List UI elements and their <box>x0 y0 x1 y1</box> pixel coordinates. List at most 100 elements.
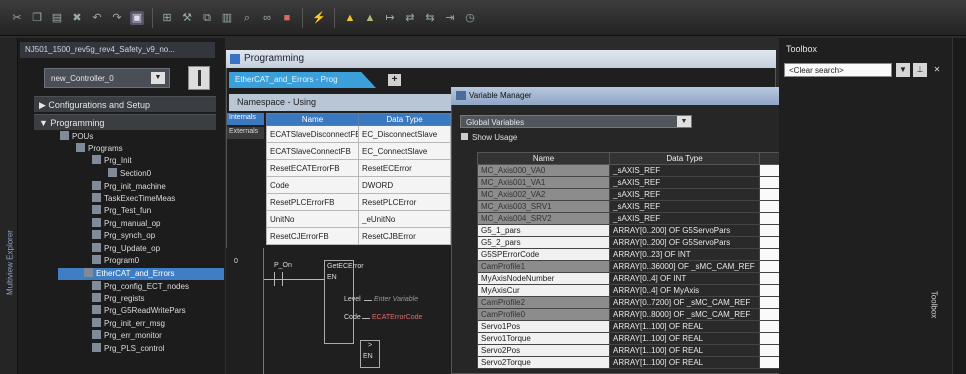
binoculars-icon[interactable]: ∞ <box>260 11 274 25</box>
variable-name-cell[interactable]: CamProfile2 <box>477 296 610 309</box>
layout-icon[interactable]: ⊞ <box>160 11 174 25</box>
sim-icon[interactable]: ⇆ <box>423 11 437 25</box>
tab-internals[interactable]: Internals <box>227 113 264 125</box>
table-row[interactable]: ECATSlaveDisconnectFB EC_DisconnectSlave <box>266 125 451 143</box>
column-header-data-type[interactable]: Data Type <box>609 152 760 165</box>
copy-icon[interactable]: ❐ <box>30 11 44 25</box>
column-header-name[interactable]: Name <box>266 113 359 126</box>
variable-name-cell[interactable]: Servo2Torque <box>477 356 610 369</box>
table-row[interactable]: ECATSlaveConnectFB EC_ConnectSlave <box>266 142 451 160</box>
data-type-cell[interactable]: _sAXIS_REF <box>609 200 760 213</box>
forced-icon[interactable]: ⇄ <box>403 11 417 25</box>
tree-item[interactable]: Prg_init_err_msg <box>92 318 165 330</box>
data-type-cell[interactable]: ARRAY[0..200] OF G5ServoPars <box>609 224 760 237</box>
code-value[interactable]: ECATErrorCode <box>372 314 422 321</box>
show-usage-checkbox[interactable]: Show Usage <box>461 133 517 142</box>
column-header-name[interactable]: Name <box>477 152 610 165</box>
tree-item[interactable]: Prg_manual_op <box>92 218 160 230</box>
tree-item[interactable]: Prg_Init <box>92 155 132 167</box>
paste-icon[interactable]: ▤ <box>50 11 64 25</box>
data-type-cell[interactable]: ResetECError <box>358 159 451 177</box>
chevron-down-icon[interactable]: ▼ <box>677 116 691 127</box>
tree-item[interactable]: EtherCAT_and_Errors <box>58 268 224 280</box>
build-icon[interactable]: ⚒ <box>180 11 194 25</box>
find-icon[interactable]: ⌕ <box>240 11 254 25</box>
tree-item[interactable]: Prg_Update_op <box>92 243 160 255</box>
variable-name-cell[interactable]: G5_2_pars <box>477 236 610 249</box>
tab-ethercat-and-errors[interactable]: EtherCAT_and_Errors - Prog <box>229 72 376 88</box>
data-type-cell[interactable]: EC_ConnectSlave <box>358 142 451 160</box>
variable-name-cell[interactable]: Servo1Pos <box>477 320 610 333</box>
variable-name-cell[interactable]: CamProfile0 <box>477 308 610 321</box>
cut-icon[interactable]: ✂ <box>10 11 24 25</box>
jump-icon[interactable]: ⇥ <box>443 11 457 25</box>
explorer-side-strip[interactable]: Multiview Explorer <box>0 38 18 374</box>
variable-name-cell[interactable]: ResetPLCErrorFB <box>266 193 359 211</box>
config-section-header[interactable]: ▶ Configurations and Setup <box>34 96 216 112</box>
tree-item[interactable]: Prg_err_monitor <box>92 330 162 342</box>
variable-name-cell[interactable]: MC_Axis002_VA2 <box>477 188 610 201</box>
undo-icon[interactable]: ↶ <box>90 11 104 25</box>
data-type-cell[interactable]: ARRAY[1..100] OF REAL <box>609 320 760 333</box>
variable-name-cell[interactable]: G5_1_pars <box>477 224 610 237</box>
tree-item[interactable]: TaskExecTimeMeas <box>92 193 175 205</box>
data-type-cell[interactable]: ARRAY[0..36000] OF _sMC_CAM_REF <box>609 260 760 273</box>
monitor-icon[interactable]: ▲ <box>363 11 377 25</box>
close-icon[interactable]: ✕ <box>930 63 944 77</box>
data-type-cell[interactable]: _sAXIS_REF <box>609 176 760 189</box>
data-type-cell[interactable]: ARRAY[0..4] OF MyAxis <box>609 284 760 297</box>
data-type-cell[interactable]: ARRAY[0..8000] OF _sMC_CAM_REF <box>609 308 760 321</box>
tree-item[interactable]: POUs <box>60 131 93 143</box>
tree-item[interactable]: Section0 <box>108 168 151 180</box>
toolbox-side-strip[interactable] <box>952 38 966 374</box>
clock-icon[interactable]: ◷ <box>463 11 477 25</box>
namespace-bar[interactable]: Namespace - Using <box>229 94 474 111</box>
add-tab-icon[interactable]: + <box>388 74 401 86</box>
variable-name-cell[interactable]: MC_Axis003_SRV1 <box>477 200 610 213</box>
data-type-cell[interactable]: _sAXIS_REF <box>609 212 760 225</box>
variable-name-cell[interactable]: Servo1Torque <box>477 332 610 345</box>
tree-item[interactable]: Prg_init_machine <box>92 181 166 193</box>
ladder-editor[interactable]: 0 P_On GetECError EN Level Enter Variabl… <box>226 248 451 374</box>
data-type-cell[interactable]: ARRAY[1..100] OF REAL <box>609 332 760 345</box>
column-header-data-type[interactable]: Data Type <box>358 113 451 126</box>
data-type-cell[interactable]: ARRAY[1..100] OF REAL <box>609 344 760 357</box>
compare-icon[interactable]: ⧉ <box>200 11 214 25</box>
chevron-down-icon[interactable]: ▼ <box>896 63 910 77</box>
data-type-cell[interactable]: DWORD <box>358 176 451 194</box>
variable-name-cell[interactable]: UnitNo <box>266 210 359 228</box>
controller-select[interactable]: new_Controller_0 ▼ <box>44 68 170 88</box>
variable-name-cell[interactable]: CamProfile1 <box>477 260 610 273</box>
table-row[interactable]: ResetPLCErrorFB ResetPLCError <box>266 193 451 211</box>
stop-icon[interactable]: ■ <box>280 11 294 25</box>
tree-item[interactable]: Prg_regists <box>92 293 144 305</box>
variable-name-cell[interactable]: MC_Axis000_VA0 <box>477 164 610 177</box>
data-type-cell[interactable]: ARRAY[0..4] OF INT <box>609 272 760 285</box>
online-icon[interactable]: ⚡ <box>312 11 326 25</box>
tree-item[interactable]: Programs <box>76 143 123 155</box>
table-row[interactable]: Code DWORD <box>266 176 451 194</box>
variable-name-cell[interactable]: MC_Axis001_VA1 <box>477 176 610 189</box>
tree-item[interactable]: Prg_synch_op <box>92 230 155 242</box>
transfer-icon[interactable]: ▥ <box>220 11 234 25</box>
programming-section-header[interactable]: ▼ Programming <box>34 114 216 130</box>
data-type-cell[interactable]: ARRAY[0..200] OF G5ServoPars <box>609 236 760 249</box>
variable-name-cell[interactable]: MC_Axis004_SRV2 <box>477 212 610 225</box>
level-value[interactable]: Enter Variable <box>374 296 418 303</box>
data-type-cell[interactable]: ResetPLCError <box>358 193 451 211</box>
variable-name-cell[interactable]: MyAxisNodeNumber <box>477 272 610 285</box>
variable-name-cell[interactable]: Servo2Pos <box>477 344 610 357</box>
tree-item[interactable]: Prg_Test_fun <box>92 205 151 217</box>
table-row[interactable]: ResetECATErrorFB ResetECError <box>266 159 451 177</box>
controller-status-button[interactable] <box>188 66 210 90</box>
variable-name-cell[interactable]: Code <box>266 176 359 194</box>
variable-name-cell[interactable]: ResetCJErrorFB <box>266 227 359 245</box>
redo-icon[interactable]: ↷ <box>110 11 124 25</box>
data-type-cell[interactable]: ARRAY[0..7200] OF _sMC_CAM_REF <box>609 296 760 309</box>
data-type-cell[interactable]: ResetCJBError <box>358 227 451 245</box>
compare-fb-block[interactable]: > EN <box>360 340 380 368</box>
data-type-cell[interactable]: _sAXIS_REF <box>609 188 760 201</box>
data-type-cell[interactable]: _sAXIS_REF <box>609 164 760 177</box>
data-type-cell[interactable]: _eUnitNo <box>358 210 451 228</box>
save-icon[interactable]: ▣ <box>130 11 144 25</box>
